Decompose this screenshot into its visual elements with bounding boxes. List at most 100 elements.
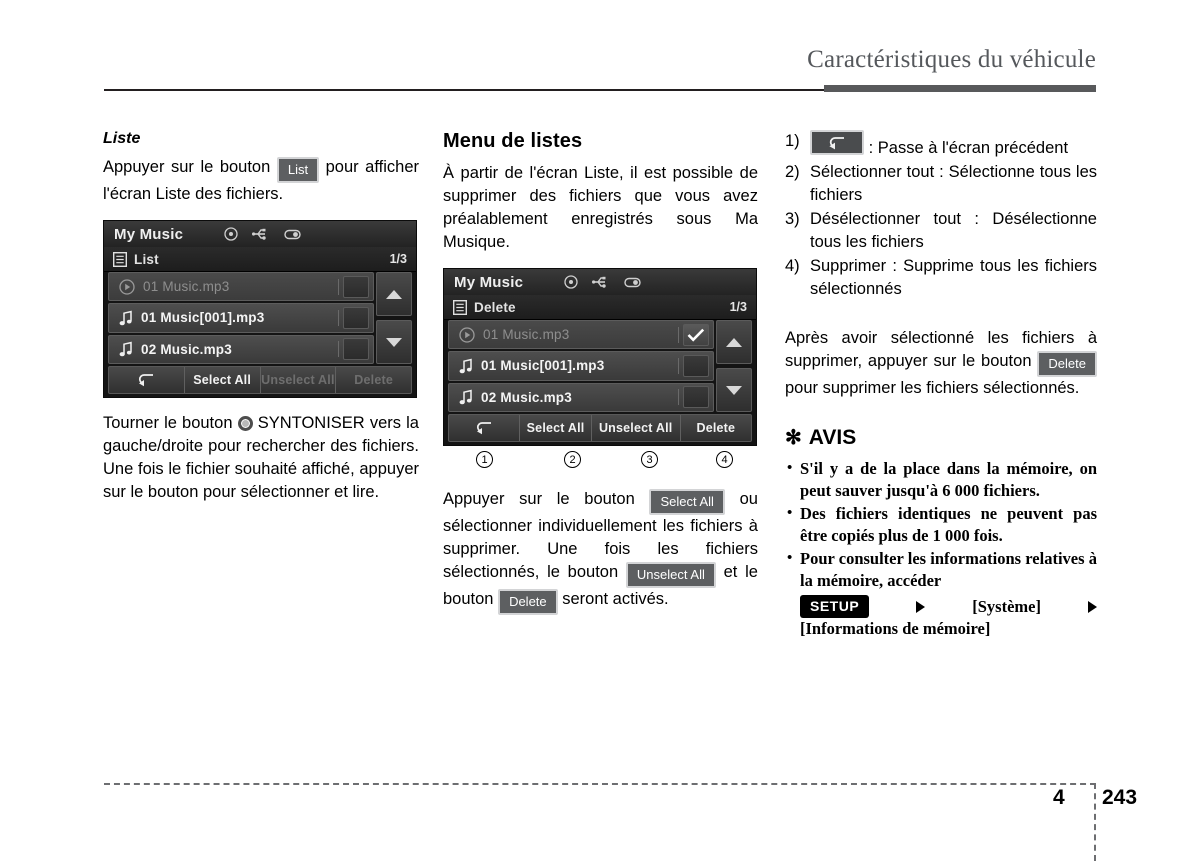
- right-column: 1) : Passe à l'écran précédent 2) Sélect…: [785, 130, 1098, 641]
- row-checkbox[interactable]: [338, 275, 369, 298]
- header-rule-thin: [104, 89, 826, 91]
- asterisk-icon: ✻: [785, 427, 802, 449]
- scroll-up-button[interactable]: [376, 272, 412, 316]
- music-note-icon: [119, 310, 133, 326]
- list-item-label: 01 Music.mp3: [143, 279, 230, 295]
- hu-list-button-bar: Select All Unselect All Delete: [108, 366, 412, 394]
- legend-text-2: Sélectionner tout : Sélectionne tous les…: [810, 163, 1097, 204]
- table-row[interactable]: 02 Music.mp3: [448, 382, 714, 412]
- footer-page-number: 243: [1102, 786, 1138, 809]
- footer-rule: [104, 783, 1096, 785]
- callout-2: 2: [564, 451, 581, 468]
- row-checkbox[interactable]: [338, 306, 369, 329]
- back-arrow-badge[interactable]: [810, 130, 864, 155]
- play-circle-icon: [459, 327, 475, 343]
- paragraph-select-delete: Appuyer sur le bouton Select All ou séle…: [443, 488, 758, 615]
- list-item-label: 01 Music.mp3: [483, 327, 570, 343]
- disc-icon: [564, 275, 578, 289]
- notice-bullets: S'il y a de la place dans la mémoire, on…: [785, 457, 1098, 640]
- table-row[interactable]: 01 Music[001].mp3: [108, 303, 374, 333]
- section-title-menu-de-listes: Menu de listes: [443, 130, 583, 152]
- list-item-label: 01 Music[001].mp3: [141, 310, 265, 326]
- select-all-button[interactable]: Select All: [185, 367, 261, 393]
- usb-icon: [592, 276, 606, 288]
- screenshot-list-screen: My Music List 1/3 01 Music.mp3 01 Music[…: [103, 220, 417, 398]
- paragraph-delete-instruction: Après avoir sélectionné les fichiers à s…: [785, 327, 1097, 400]
- paragraph-tune-knob: Tourner le bouton SYNTONISER vers la gau…: [103, 412, 419, 504]
- table-row[interactable]: 01 Music[001].mp3: [448, 351, 714, 381]
- scroll-up-button[interactable]: [716, 320, 752, 364]
- paragraph-list-button: Appuyer sur le bouton List pour afficher…: [103, 156, 419, 206]
- disc-icon: [224, 227, 238, 241]
- delete-badge[interactable]: Delete: [498, 589, 558, 615]
- delete-button[interactable]: Delete: [336, 367, 411, 393]
- table-row[interactable]: 01 Music.mp3: [108, 272, 374, 302]
- callout-4: 4: [716, 451, 733, 468]
- list-item: 4) Supprimer : Supprime tous les fichier…: [785, 255, 1097, 301]
- list-item: 1) : Passe à l'écran précédent: [785, 130, 1097, 160]
- button-legend-list: 1) : Passe à l'écran précédent 2) Sélect…: [785, 130, 1097, 301]
- back-arrow-icon: [139, 374, 154, 387]
- list-item: 2) Sélectionner tout : Sélectionne tous …: [785, 161, 1097, 207]
- page-header: Caractéristiques du véhicule: [0, 46, 1200, 94]
- play-circle-icon: [119, 279, 135, 295]
- legend-number-2: 2): [785, 163, 800, 181]
- hu-list-scrollbar[interactable]: [376, 272, 412, 364]
- hu-delete-scrollbar[interactable]: [716, 320, 752, 412]
- middle-column: Menu de listes À partir de l'écran Liste…: [443, 130, 758, 615]
- legend-number-3: 3): [785, 210, 800, 228]
- select-all-button[interactable]: Select All: [520, 415, 592, 441]
- arrow-right-icon: [916, 600, 926, 613]
- list-button-badge[interactable]: List: [276, 157, 320, 183]
- legend-number-4: 4): [785, 257, 800, 275]
- hu-list-submenu-bar: List 1/3: [104, 247, 416, 272]
- scroll-down-button[interactable]: [376, 320, 412, 364]
- list-menu-icon: [113, 251, 127, 267]
- arrow-right-icon: [1088, 600, 1098, 613]
- music-note-icon: [459, 389, 473, 405]
- triangle-down-icon: [726, 385, 742, 395]
- notice-bullet-3-text: Pour consulter les informations relative…: [800, 549, 1097, 590]
- paragraph-list-before: Appuyer sur le bouton: [103, 158, 271, 176]
- hu-list-title: My Music: [114, 225, 184, 243]
- paragraph-tune-before: Tourner le bouton: [103, 414, 233, 432]
- setup-badge[interactable]: SETUP: [800, 595, 870, 618]
- select-all-badge[interactable]: Select All: [649, 489, 725, 515]
- hu-delete-page-indicator: 1/3: [729, 300, 747, 314]
- checkmark-icon: [687, 328, 705, 342]
- delete-button[interactable]: Delete: [681, 415, 751, 441]
- list-item-label: 02 Music.mp3: [481, 389, 572, 405]
- triangle-down-icon: [386, 337, 402, 347]
- unselect-all-button[interactable]: Unselect All: [592, 415, 681, 441]
- screenshot-delete-screen: My Music Delete 1/3 01 Music.mp3 01 Musi…: [443, 268, 757, 468]
- ipod-icon: [624, 277, 641, 287]
- delete-badge[interactable]: Delete: [1037, 351, 1097, 377]
- list-menu-icon: [453, 299, 467, 315]
- row-checkbox[interactable]: [338, 338, 369, 361]
- notice-title: ✻ AVIS: [785, 426, 1097, 450]
- table-row[interactable]: 02 Music.mp3: [108, 334, 374, 364]
- hu-delete-rows: 01 Music.mp3 01 Music[001].mp3 02 Music.…: [448, 320, 714, 412]
- music-note-icon: [459, 358, 473, 374]
- header-rule-accent: [824, 85, 1096, 92]
- list-item-label: 01 Music[001].mp3: [481, 358, 605, 374]
- back-button[interactable]: [449, 415, 521, 441]
- paragraph-select-a: Appuyer sur le bouton: [443, 490, 635, 508]
- tune-knob-icon: [237, 416, 253, 431]
- list-item: Pour consulter les informations relative…: [785, 547, 1098, 640]
- back-button[interactable]: [109, 367, 185, 393]
- legend-number-1: 1): [785, 132, 800, 150]
- unselect-all-button[interactable]: Unselect All: [261, 367, 337, 393]
- scroll-down-button[interactable]: [716, 368, 752, 412]
- hu-delete-title: My Music: [454, 273, 524, 291]
- system-label: [Système]: [972, 596, 1041, 616]
- row-checkbox[interactable]: [678, 354, 709, 377]
- hu-delete-submenu-bar: Delete 1/3: [444, 295, 756, 320]
- notice-path-row: SETUP [Système]: [800, 595, 1098, 618]
- table-row[interactable]: 01 Music.mp3: [448, 320, 714, 350]
- hu-list-page-indicator: 1/3: [389, 252, 407, 266]
- unselect-all-badge[interactable]: Unselect All: [625, 562, 716, 588]
- hu-list-rows: 01 Music.mp3 01 Music[001].mp3 02 Music.…: [108, 272, 374, 364]
- row-checkbox[interactable]: [678, 386, 709, 409]
- row-checkbox-checked[interactable]: [678, 323, 709, 346]
